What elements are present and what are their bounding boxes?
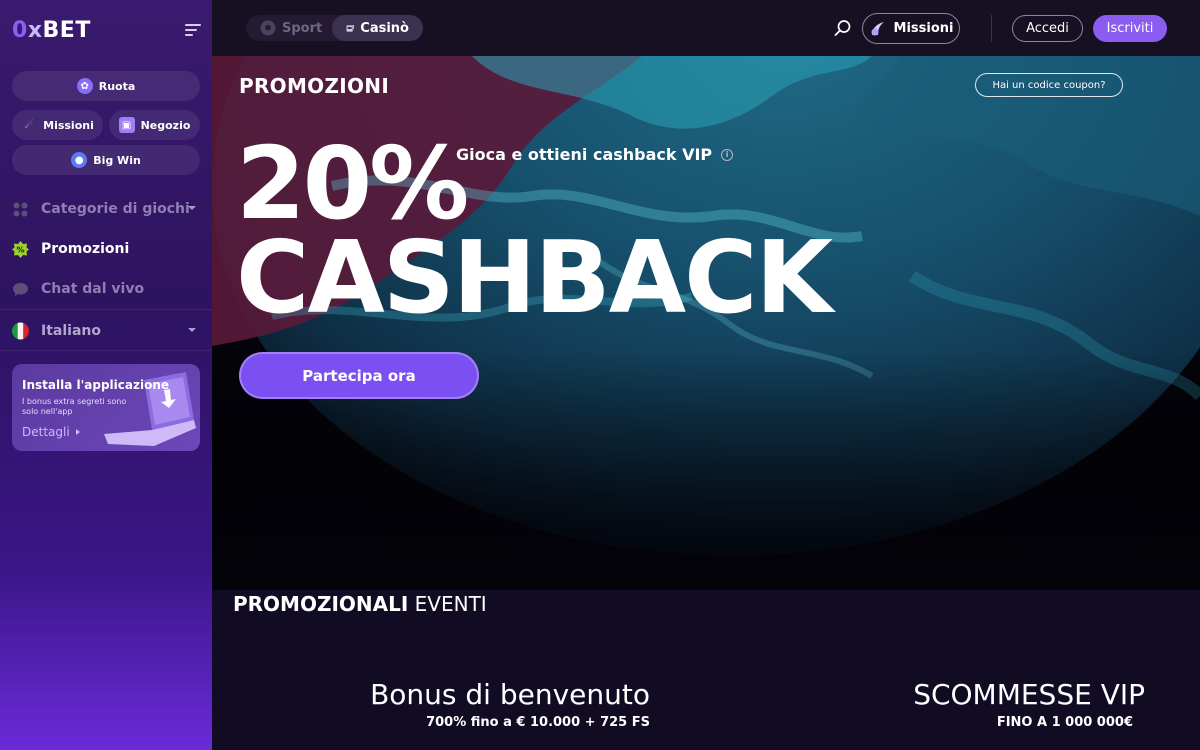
tab-casino[interactable]: Casinò [332, 15, 423, 41]
search-icon[interactable] [834, 19, 852, 37]
sidebar-divider [0, 350, 212, 351]
vip-bets-subtitle: FINO A 1 000 000€ [996, 715, 1133, 730]
chevron-right-icon [75, 429, 80, 435]
install-title: Installa l'applicazione [22, 378, 170, 392]
signup-button[interactable]: Iscriviti [1093, 15, 1167, 42]
chevron-down-icon [188, 206, 196, 210]
install-subtitle: I bonus extra segreti sono solo nell'app [22, 397, 127, 416]
vip-bets-title[interactable]: SCOMMESSE VIP [913, 678, 1145, 711]
join-now-button[interactable]: Partecipa ora [239, 352, 479, 399]
sidebar-divider [0, 309, 212, 310]
shop-box-icon: ▣ [118, 117, 135, 133]
header-divider [991, 15, 992, 42]
mission-icon: ☄ [24, 119, 34, 131]
promo-badge-icon: % [12, 240, 29, 258]
negozio-button[interactable]: ▣ Negozio [109, 110, 200, 140]
brand-logo[interactable]: 0 x BET [12, 17, 91, 43]
sport-casino-switch: Sport Casinò [246, 15, 423, 41]
mission-comet-icon [871, 21, 884, 35]
ruota-button[interactable]: ✿ Ruota [12, 71, 200, 101]
login-button[interactable]: Accedi [1012, 15, 1083, 42]
cashback-headline: CASHBACK [236, 219, 833, 336]
section-title: PROMOZIONALI EVENTI [233, 592, 487, 616]
tab-sport[interactable]: Sport [246, 15, 336, 41]
top-header: Sport Casinò Missioni Accedi Iscriviti [212, 0, 1200, 56]
missioni-header-button[interactable]: Missioni [862, 13, 960, 44]
missioni-sidebar-button[interactable]: ☄ Missioni [12, 110, 103, 140]
welcome-bonus-subtitle: 700% fino a € 10.000 + 725 FS [426, 715, 650, 730]
chevron-down-icon [188, 328, 196, 332]
promo-events-section: PROMOZIONALI EVENTI Bonus di benvenuto 7… [212, 590, 1200, 750]
sidebar-item-language[interactable]: Italiano [12, 320, 200, 342]
planet-icon: ● [71, 152, 88, 168]
sidebar-item-categorie[interactable]: Categorie di giochi [12, 198, 200, 220]
sidebar: 0 x BET ✿ Ruota ☄ Missioni ▣ Negozio ● Big… [0, 0, 212, 750]
sidebar-item-chat[interactable]: Chat dal vivo [12, 278, 200, 300]
menu-toggle-icon[interactable] [185, 24, 201, 36]
chat-bubble-icon [12, 281, 29, 298]
sidebar-item-promozioni[interactable]: % Promozioni [12, 238, 200, 260]
big-win-button[interactable]: ● Big Win [12, 145, 200, 175]
welcome-bonus-title[interactable]: Bonus di benvenuto [370, 678, 650, 711]
info-icon[interactable]: i [721, 148, 734, 161]
promo-tagline: Gioca e ottieni cashback VIP i [456, 145, 734, 164]
slot-machine-icon [346, 24, 355, 32]
install-app-card[interactable]: Installa l'applicazione I bonus extra se… [12, 364, 200, 451]
wheel-icon: ✿ [76, 78, 93, 94]
football-icon [260, 20, 276, 36]
italy-flag-icon [12, 322, 29, 340]
promo-hero-banner: PROMOZIONI Hai un codice coupon? 20% CAS… [212, 56, 1200, 590]
page-title: PROMOZIONI [239, 74, 390, 98]
install-details-link[interactable]: Dettagli [22, 425, 80, 439]
categories-icon [12, 201, 29, 218]
svg-text:%: % [16, 245, 24, 254]
coupon-code-button[interactable]: Hai un codice coupon? [975, 73, 1123, 97]
